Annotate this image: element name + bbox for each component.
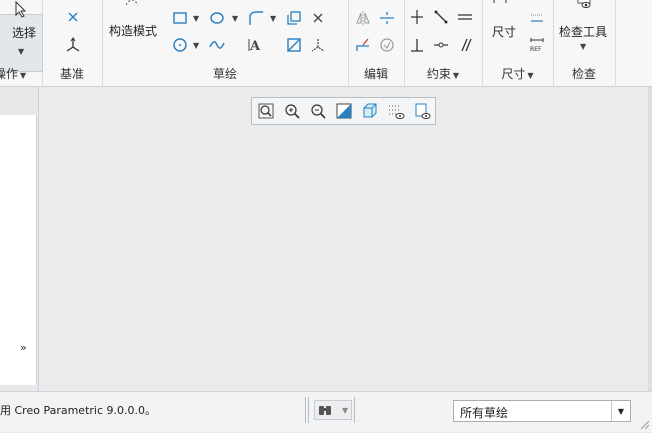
- spline-icon[interactable]: [207, 35, 227, 55]
- constraints-group: 约束 ▼: [404, 0, 483, 86]
- graphics-toolbar: [251, 97, 436, 125]
- status-separator: [305, 397, 306, 423]
- select-dropdown-arrow[interactable]: ▼: [18, 47, 24, 56]
- inspect-icon[interactable]: [574, 0, 594, 14]
- inspect-tool-dropdown-arrow[interactable]: ▼: [580, 42, 586, 51]
- reference-dimension-icon[interactable]: REF: [527, 35, 547, 55]
- refit-icon[interactable]: [256, 101, 276, 121]
- divide-icon[interactable]: [377, 8, 397, 28]
- select-cursor-icon: [10, 0, 30, 19]
- selection-filter-dropdown[interactable]: 所有草绘 ▼: [453, 400, 631, 422]
- model-tree[interactable]: [0, 115, 37, 385]
- status-separator: [308, 397, 309, 423]
- project-icon[interactable]: [284, 35, 304, 55]
- rectangle-icon[interactable]: [170, 8, 190, 28]
- sketch-display-filters-icon[interactable]: [412, 101, 432, 121]
- navigator-panel: »: [0, 87, 39, 391]
- ribbon: 选择 ▼ 操作 ▼ 基准 构造模式 ▼ ▼ ▼ ▼ A 草绘 编辑 约束 ▼ 尺…: [0, 0, 652, 87]
- sketch-group-label: 草绘: [212, 67, 237, 81]
- ellipse-icon[interactable]: [207, 8, 227, 28]
- dimension-icon[interactable]: [490, 0, 510, 10]
- construction-mode-label[interactable]: 构造模式: [109, 22, 157, 39]
- find-dropdown-arrow[interactable]: ▼: [342, 406, 348, 415]
- sketch-coordinate-system-icon[interactable]: [308, 35, 328, 55]
- datum-group: 基准: [42, 0, 103, 86]
- dimension-group-label[interactable]: 尺寸 ▼: [482, 65, 553, 82]
- status-separator: [354, 397, 355, 423]
- select-button[interactable]: 选择 ▼: [0, 0, 43, 72]
- rotate-resize-icon[interactable]: [377, 35, 397, 55]
- status-bar: 用 Creo Parametric 9.0.0.0。 ▼ 所有草绘 ▼: [0, 391, 652, 432]
- equal-constraint-icon[interactable]: [455, 7, 475, 27]
- circle-dropdown-arrow[interactable]: ▼: [193, 41, 199, 50]
- svg-text:A: A: [249, 39, 261, 54]
- parallel-constraint-icon[interactable]: [455, 35, 475, 55]
- selection-filter-value: 所有草绘: [460, 406, 509, 420]
- chevron-down-icon[interactable]: ▼: [611, 401, 630, 421]
- inspect-group: 检查工具 ▼ 检查: [553, 0, 616, 86]
- sketch-point-icon[interactable]: [308, 8, 328, 28]
- dimension-label[interactable]: 尺寸: [492, 23, 516, 40]
- sketch-group: 构造模式 ▼ ▼ ▼ ▼ A 草绘: [102, 0, 349, 86]
- select-label: 选择: [12, 26, 37, 40]
- perimeter-icon[interactable]: [527, 8, 547, 28]
- resize-grip-icon[interactable]: [638, 418, 650, 430]
- text-icon[interactable]: A: [246, 35, 266, 55]
- circle-icon[interactable]: [170, 35, 190, 55]
- binoculars-icon: [316, 401, 334, 419]
- fillet-dropdown-arrow[interactable]: ▼: [270, 14, 276, 23]
- repaint-icon[interactable]: [334, 101, 354, 121]
- status-message: 用 Creo Parametric 9.0.0.0。: [0, 404, 156, 417]
- graphics-window[interactable]: [39, 87, 648, 391]
- point-icon[interactable]: [63, 7, 83, 27]
- datum-display-filters-icon[interactable]: [386, 101, 406, 121]
- inspect-group-label: 检查: [571, 67, 596, 81]
- perpendicular-constraint-icon[interactable]: [407, 35, 427, 55]
- delete-segment-icon[interactable]: [353, 35, 373, 55]
- dimension-group: 尺寸 REF 尺寸 ▼: [482, 0, 554, 86]
- constraints-group-label[interactable]: 约束 ▼: [404, 65, 482, 82]
- vertical-constraint-icon[interactable]: [407, 7, 427, 27]
- midpoint-constraint-icon[interactable]: [431, 35, 451, 55]
- construction-mode-icon[interactable]: [122, 0, 142, 12]
- rectangle-dropdown-arrow[interactable]: ▼: [193, 14, 199, 23]
- edit-group-label: 编辑: [363, 67, 388, 81]
- zoom-in-icon[interactable]: [282, 101, 302, 121]
- ellipse-dropdown-arrow[interactable]: ▼: [232, 14, 238, 23]
- coordinate-system-icon[interactable]: [63, 35, 83, 55]
- operations-group-label[interactable]: 操作 ▼: [0, 65, 42, 82]
- svg-text:REF: REF: [530, 46, 542, 53]
- tangent-constraint-icon[interactable]: [431, 7, 451, 27]
- display-style-icon[interactable]: [360, 101, 380, 121]
- find-button[interactable]: ▼: [314, 400, 352, 420]
- offset-icon[interactable]: [284, 8, 304, 28]
- inspect-tool-label[interactable]: 检查工具: [559, 23, 607, 40]
- datum-group-label: 基准: [59, 67, 84, 81]
- mirror-icon[interactable]: [353, 8, 373, 28]
- collapse-panel-icon[interactable]: »: [20, 341, 27, 354]
- edit-group: 编辑: [348, 0, 405, 86]
- fillet-icon[interactable]: [246, 8, 266, 28]
- zoom-out-icon[interactable]: [308, 101, 328, 121]
- operations-group: 选择 ▼ 操作 ▼: [0, 0, 43, 86]
- graphics-scrollbar[interactable]: [648, 87, 652, 391]
